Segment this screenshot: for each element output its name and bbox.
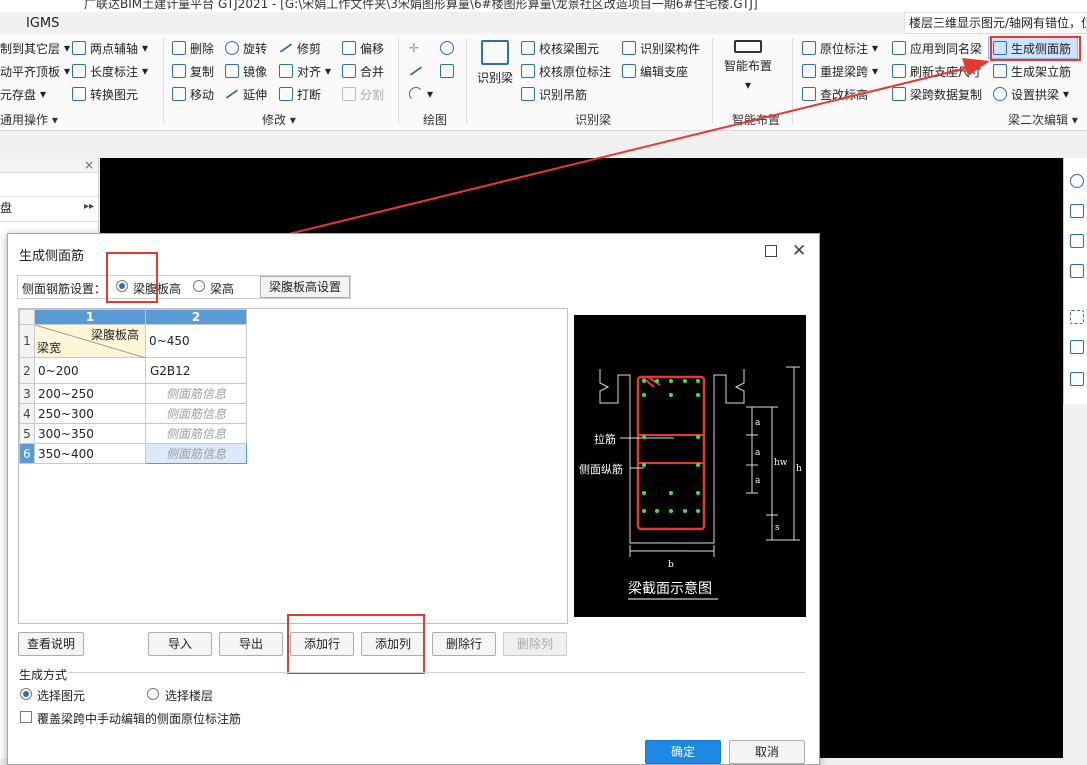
dim-s-label: s xyxy=(775,523,780,533)
row-header[interactable]: 4 xyxy=(19,403,35,424)
web-height-header: 梁腹板高 xyxy=(90,328,139,342)
highlight-box-add-buttons xyxy=(287,614,425,674)
dim-h-label: h xyxy=(796,464,802,474)
radio-select-floors-label[interactable]: 选择楼层 xyxy=(165,687,213,704)
close-icon[interactable]: ✕ xyxy=(792,241,806,261)
col-header-1[interactable]: 1 xyxy=(34,309,146,325)
dim-hw-label: hw xyxy=(774,458,788,468)
radio-beam-height[interactable] xyxy=(193,280,205,292)
radio-beam-height-label[interactable]: 梁高 xyxy=(210,280,234,297)
dim-a-label: a xyxy=(755,476,761,486)
side-bar-table: 1 2 1 梁腹板高 梁宽 0~450 2 0~200 G2B12 3 200~… xyxy=(19,309,247,464)
row-header-selected[interactable]: 6 xyxy=(19,443,35,464)
divider xyxy=(68,672,805,673)
beam-width-cell[interactable]: 350~400 xyxy=(34,443,146,464)
tie-label: 拉筋 xyxy=(594,432,616,446)
side-bar-placeholder-cell[interactable]: 侧面筋信息 xyxy=(145,423,247,444)
ok-button[interactable]: 确定 xyxy=(645,740,721,764)
radio-select-floors[interactable] xyxy=(147,688,159,700)
view-help-button[interactable]: 查看说明 xyxy=(18,632,84,656)
dim-b-label: b xyxy=(668,560,674,570)
overwrite-checkbox-label[interactable]: 覆盖梁跨中手动编辑的侧面原位标注筋 xyxy=(37,710,241,727)
delete-row-button[interactable]: 删除行 xyxy=(432,632,496,656)
col-header-2[interactable]: 2 xyxy=(145,309,247,325)
side-bar-placeholder-cell-selected[interactable]: 侧面筋信息 xyxy=(145,443,247,464)
dim-a-label: a xyxy=(755,418,761,428)
diagram-caption: 梁截面示意图 xyxy=(628,580,712,597)
side-bar-settings-label: 侧面钢筋设置： xyxy=(22,282,107,296)
row-header[interactable]: 2 xyxy=(19,357,35,384)
row-header[interactable]: 1 xyxy=(19,324,35,358)
side-longitudinal-label: 侧面纵筋 xyxy=(579,462,623,476)
overwrite-checkbox[interactable] xyxy=(20,711,32,723)
diagonal-header-cell[interactable]: 梁腹板高 梁宽 xyxy=(34,324,146,358)
beam-section-drawing: 拉筋 侧面纵筋 a a a hw h s b 梁截面示意图 xyxy=(579,366,802,600)
table-corner xyxy=(19,309,35,325)
delete-column-button[interactable]: 删除列 xyxy=(503,632,567,656)
web-height-settings-button[interactable]: 梁腹板高设置 xyxy=(260,276,350,298)
beam-section-diagram: 拉筋 侧面纵筋 a a a hw h s b 梁截面示意图 xyxy=(574,315,806,617)
row-header[interactable]: 5 xyxy=(19,423,35,444)
side-bar-placeholder-cell[interactable]: 侧面筋信息 xyxy=(145,403,247,424)
export-button[interactable]: 导出 xyxy=(219,632,283,656)
cancel-button[interactable]: 取消 xyxy=(729,740,805,764)
row-header[interactable]: 3 xyxy=(19,383,35,404)
maximize-icon[interactable] xyxy=(765,245,777,257)
import-button[interactable]: 导入 xyxy=(148,632,212,656)
beam-width-header: 梁宽 xyxy=(37,341,62,355)
dialog-title: 生成侧面筋 xyxy=(19,249,85,264)
radio-select-elements-label[interactable]: 选择图元 xyxy=(37,687,85,704)
beam-width-cell[interactable]: 0~200 xyxy=(34,357,146,384)
beam-width-cell[interactable]: 200~250 xyxy=(34,383,146,404)
beam-width-cell[interactable]: 250~300 xyxy=(34,403,146,424)
web-height-range-cell[interactable]: 0~450 xyxy=(145,324,247,358)
side-bar-placeholder-cell[interactable]: 侧面筋信息 xyxy=(145,383,247,404)
dim-a-label: a xyxy=(755,448,761,458)
beam-width-cell[interactable]: 300~350 xyxy=(34,423,146,444)
generate-mode-label: 生成方式 xyxy=(19,668,68,682)
highlight-box-web-height xyxy=(106,252,158,303)
radio-select-elements[interactable] xyxy=(20,688,32,700)
side-bar-value-cell[interactable]: G2B12 xyxy=(145,357,247,384)
